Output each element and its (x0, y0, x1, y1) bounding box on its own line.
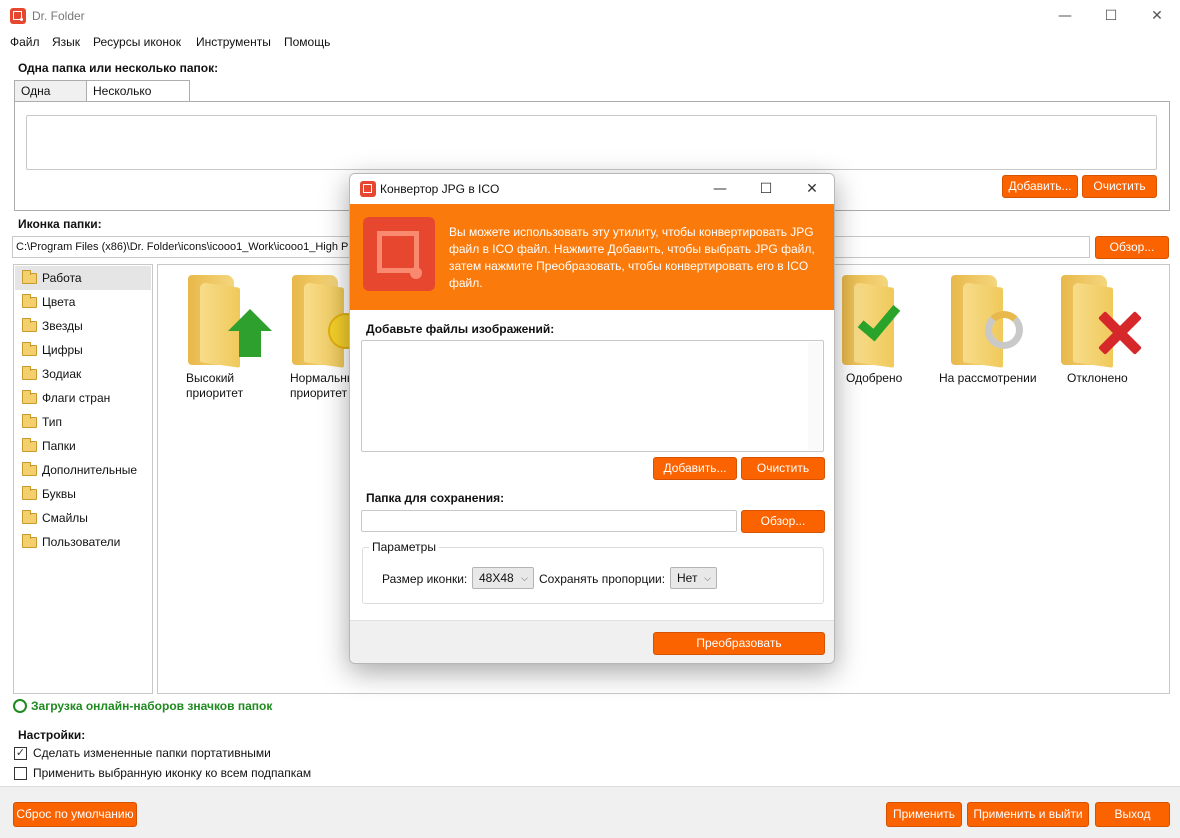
icon-section-label: Иконка папки: (18, 217, 102, 231)
category-item-smileys[interactable]: Смайлы (15, 506, 151, 530)
apply-subfolders-label: Применить выбранную иконку ко всем подпа… (33, 766, 312, 780)
jpg-to-ico-dialog: Конвертор JPG в ICO — ☐ ✕ Вы можете испо… (349, 173, 835, 664)
image-files-list[interactable] (361, 340, 824, 452)
dialog-browse-button[interactable]: Обзор... (741, 510, 825, 533)
image-list-scrollbar[interactable] (808, 342, 822, 450)
tab-single-folder[interactable]: Одна папка (14, 80, 87, 118)
params-group: Параметры Размер иконки: 48X48 ⌵ Сохранят… (362, 540, 824, 604)
params-legend: Параметры (369, 540, 439, 554)
folder-icon (22, 510, 37, 524)
browse-icon-button[interactable]: Обзор... (1095, 236, 1169, 259)
menu-file[interactable]: Файл (10, 35, 40, 49)
category-item-work[interactable]: Работа (15, 266, 151, 290)
category-item-users[interactable]: Пользователи (15, 530, 151, 554)
category-item-additional[interactable]: Дополнительные (15, 458, 151, 482)
images-label: Добавьте файлы изображений: (366, 322, 555, 336)
category-item-type[interactable]: Тип (15, 410, 151, 434)
window-title: Dr. Folder (32, 9, 85, 23)
converter-logo-icon (363, 217, 435, 291)
folder-icon (22, 534, 37, 548)
dialog-maximize-button[interactable]: ☐ (743, 174, 789, 204)
add-folders-button[interactable]: Добавить... (1002, 175, 1078, 198)
folders-section-label: Одна папка или несколько папок: (18, 61, 219, 75)
maximize-button[interactable]: ☐ (1088, 0, 1134, 32)
folder-icon (22, 342, 37, 356)
folder-icon-approved[interactable]: Одобрено (830, 269, 910, 399)
keep-ratio-select[interactable]: Нет ⌵ (670, 567, 717, 589)
menu-help[interactable]: Помощь (284, 35, 330, 49)
category-item-stars[interactable]: Звезды (15, 314, 151, 338)
menu-bar: Файл Язык Ресурсы иконок Инструменты Пом… (0, 32, 1180, 52)
category-item-digits[interactable]: Цифры (15, 338, 151, 362)
reset-defaults-button[interactable]: Сброс по умолчанию (13, 802, 137, 827)
category-item-letters[interactable]: Буквы (15, 482, 151, 506)
dialog-footer: Преобразовать (350, 620, 834, 663)
folder-icon-high-priority[interactable]: Высокий приоритет (176, 269, 272, 400)
folder-icon (22, 414, 37, 428)
dialog-clear-button[interactable]: Очистить (741, 457, 825, 480)
close-button[interactable]: ✕ (1134, 0, 1180, 32)
folder-icon (22, 294, 37, 308)
folder-icon-pending[interactable]: На рассмотрении (939, 269, 1037, 399)
chevron-down-icon: ⌵ (704, 573, 711, 583)
folder-icon (22, 318, 37, 332)
minimize-button[interactable]: — (1042, 0, 1088, 32)
portable-folders-label: Сделать измененные папки портативными (33, 746, 271, 760)
dialog-title: Конвертор JPG в ICO (380, 182, 500, 196)
apply-button[interactable]: Применить (886, 802, 962, 827)
menu-tools[interactable]: Инструменты (196, 35, 271, 49)
dialog-description: Вы можете использовать эту утилиту, чтоб… (449, 225, 815, 290)
app-logo-icon (360, 181, 376, 197)
dialog-banner: Вы можете использовать эту утилиту, чтоб… (350, 204, 834, 310)
settings-label: Настройки: (18, 728, 86, 742)
icon-size-select[interactable]: 48X48 ⌵ (472, 567, 534, 589)
green-arrow-up-icon (228, 309, 272, 331)
tab-multiple-folders[interactable]: Несколько папок (86, 80, 190, 118)
icon-caption: На рассмотрении (939, 371, 1037, 385)
portable-folders-checkbox[interactable]: ✓ (14, 747, 27, 760)
icon-caption: Отклонено (1067, 371, 1128, 385)
dialog-add-button[interactable]: Добавить... (653, 457, 737, 480)
folder-icon (22, 462, 37, 476)
convert-button[interactable]: Преобразовать (653, 632, 825, 655)
folder-icon (22, 438, 37, 452)
title-bar: Dr. Folder — ☐ ✕ (0, 0, 1180, 32)
keep-ratio-label: Сохранять пропорции: (539, 572, 666, 586)
apply-and-exit-button[interactable]: Применить и выйти (967, 802, 1089, 827)
category-item-zodiac[interactable]: Зодиак (15, 362, 151, 386)
globe-icon (13, 699, 27, 713)
icon-caption: Высокий приоритет (186, 371, 244, 400)
dialog-close-button[interactable]: ✕ (789, 174, 834, 204)
bottom-bar: Сброс по умолчанию Применить Применить и… (0, 786, 1180, 838)
app-logo-icon (10, 8, 26, 24)
category-item-folders[interactable]: Папки (15, 434, 151, 458)
red-x-icon (1095, 309, 1143, 357)
folders-list-box[interactable] (26, 115, 1157, 170)
dialog-title-bar: Конвертор JPG в ICO — ☐ ✕ (350, 174, 834, 204)
folder-icon-rejected[interactable]: Отклонено (1049, 269, 1129, 399)
dialog-minimize-button[interactable]: — (697, 174, 743, 204)
icon-caption: Одобрено (846, 371, 903, 385)
clear-folders-button[interactable]: Очистить (1082, 175, 1157, 198)
online-icon-sets-link[interactable]: Загрузка онлайн-наборов значков папок (13, 699, 272, 715)
category-list: Работа Цвета Звезды Цифры Зодиак Флаги с… (13, 264, 153, 694)
folder-icon (22, 270, 37, 284)
folder-icon (22, 486, 37, 500)
category-item-colors[interactable]: Цвета (15, 290, 151, 314)
folder-icon-normal-priority[interactable]: Нормальный приоритет (280, 269, 364, 400)
apply-subfolders-checkbox[interactable] (14, 767, 27, 780)
icon-size-label: Размер иконки: (382, 572, 468, 586)
menu-icon-resources[interactable]: Ресурсы иконок (93, 35, 181, 49)
save-folder-label: Папка для сохранения: (366, 491, 505, 505)
category-item-flags[interactable]: Флаги стран (15, 386, 151, 410)
folder-icon (22, 390, 37, 404)
sync-icon (985, 311, 1023, 349)
folder-icon (22, 366, 37, 380)
exit-button[interactable]: Выход (1095, 802, 1170, 827)
save-folder-input[interactable] (361, 510, 737, 532)
chevron-down-icon: ⌵ (521, 573, 528, 583)
menu-language[interactable]: Язык (52, 35, 80, 49)
